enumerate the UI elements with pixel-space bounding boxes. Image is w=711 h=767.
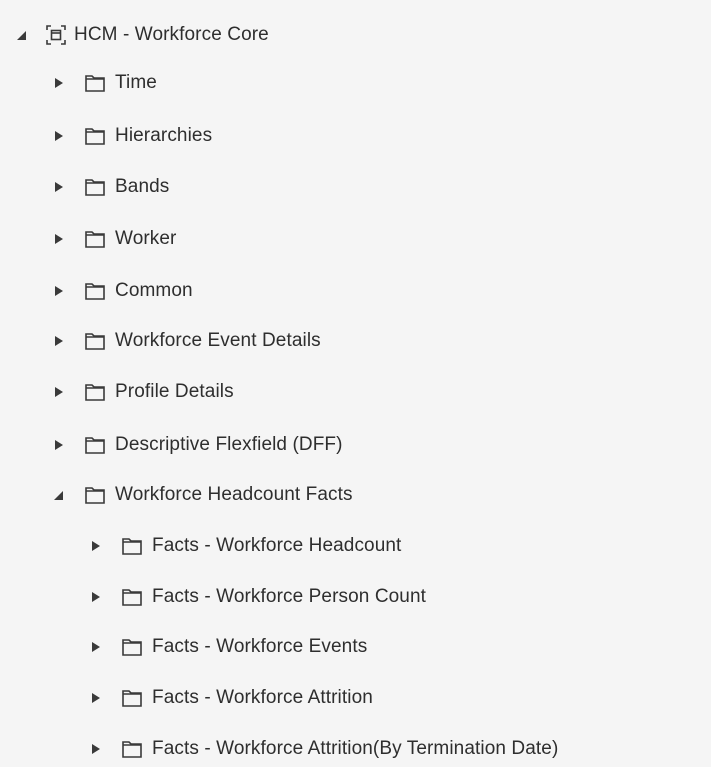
folder-icon xyxy=(84,484,106,506)
tree-node-label: HCM - Workforce Core xyxy=(74,24,269,45)
expand-triangle-icon[interactable] xyxy=(89,590,103,604)
collapse-triangle-icon[interactable] xyxy=(15,28,29,42)
folder-icon xyxy=(121,535,143,557)
tree-node-label: Hierarchies xyxy=(115,125,213,146)
folder-icon xyxy=(121,687,143,709)
tree-node-label: Facts - Workforce Events xyxy=(152,636,368,657)
tree-node-label: Workforce Event Details xyxy=(115,330,321,351)
tree-node-facts-workforce-attrition-by-termination-date[interactable]: Facts - Workforce Attrition(By Terminati… xyxy=(89,734,558,764)
expand-triangle-icon[interactable] xyxy=(89,742,103,756)
folder-icon xyxy=(84,228,106,250)
tree-node-workforce-event-details[interactable]: Workforce Event Details xyxy=(52,326,321,356)
tree-node-label: Time xyxy=(115,72,157,93)
folder-icon xyxy=(84,280,106,302)
folder-icon xyxy=(121,738,143,760)
tree-node-common[interactable]: Common xyxy=(52,276,193,306)
tree-node-time[interactable]: Time xyxy=(52,68,157,98)
tree-node-label: Facts - Workforce Attrition xyxy=(152,687,373,708)
folder-icon xyxy=(121,636,143,658)
tree-node-label: Bands xyxy=(115,176,170,197)
expand-triangle-icon[interactable] xyxy=(52,438,66,452)
tree-node-facts-workforce-headcount[interactable]: Facts - Workforce Headcount xyxy=(89,531,401,561)
expand-triangle-icon[interactable] xyxy=(52,180,66,194)
tree-node-profile-details[interactable]: Profile Details xyxy=(52,377,234,407)
folder-icon xyxy=(84,72,106,94)
folder-icon xyxy=(84,434,106,456)
folder-icon xyxy=(84,330,106,352)
folder-icon xyxy=(84,125,106,147)
tree-node-facts-workforce-person-count[interactable]: Facts - Workforce Person Count xyxy=(89,582,426,612)
subject-area-tree: HCM - Workforce Core Time Hierarchies Ba… xyxy=(0,0,711,767)
tree-node-facts-workforce-events[interactable]: Facts - Workforce Events xyxy=(89,632,367,662)
tree-node-label: Facts - Workforce Headcount xyxy=(152,535,402,556)
tree-node-label: Facts - Workforce Attrition(By Terminati… xyxy=(152,738,559,759)
expand-triangle-icon[interactable] xyxy=(52,385,66,399)
expand-triangle-icon[interactable] xyxy=(89,691,103,705)
collapse-triangle-icon[interactable] xyxy=(52,488,66,502)
tree-node-bands[interactable]: Bands xyxy=(52,172,169,202)
tree-node-worker[interactable]: Worker xyxy=(52,224,176,254)
tree-node-label: Descriptive Flexfield (DFF) xyxy=(115,434,343,455)
tree-node-label: Common xyxy=(115,280,193,301)
expand-triangle-icon[interactable] xyxy=(52,76,66,90)
expand-triangle-icon[interactable] xyxy=(52,232,66,246)
expand-triangle-icon[interactable] xyxy=(52,284,66,298)
expand-triangle-icon[interactable] xyxy=(89,539,103,553)
expand-triangle-icon[interactable] xyxy=(52,334,66,348)
tree-node-label: Profile Details xyxy=(115,381,234,402)
subject-area-icon xyxy=(45,24,67,46)
folder-icon xyxy=(84,381,106,403)
tree-node-label: Facts - Workforce Person Count xyxy=(152,586,427,607)
tree-node-workforce-headcount-facts[interactable]: Workforce Headcount Facts xyxy=(52,480,353,510)
tree-node-label: Workforce Headcount Facts xyxy=(115,484,353,505)
tree-node-root[interactable]: HCM - Workforce Core xyxy=(15,20,269,50)
folder-icon xyxy=(121,586,143,608)
expand-triangle-icon[interactable] xyxy=(89,640,103,654)
folder-icon xyxy=(84,176,106,198)
tree-node-hierarchies[interactable]: Hierarchies xyxy=(52,121,212,151)
expand-triangle-icon[interactable] xyxy=(52,129,66,143)
tree-node-descriptive-flexfield[interactable]: Descriptive Flexfield (DFF) xyxy=(52,430,343,460)
tree-node-facts-workforce-attrition[interactable]: Facts - Workforce Attrition xyxy=(89,683,373,713)
tree-node-label: Worker xyxy=(115,228,177,249)
